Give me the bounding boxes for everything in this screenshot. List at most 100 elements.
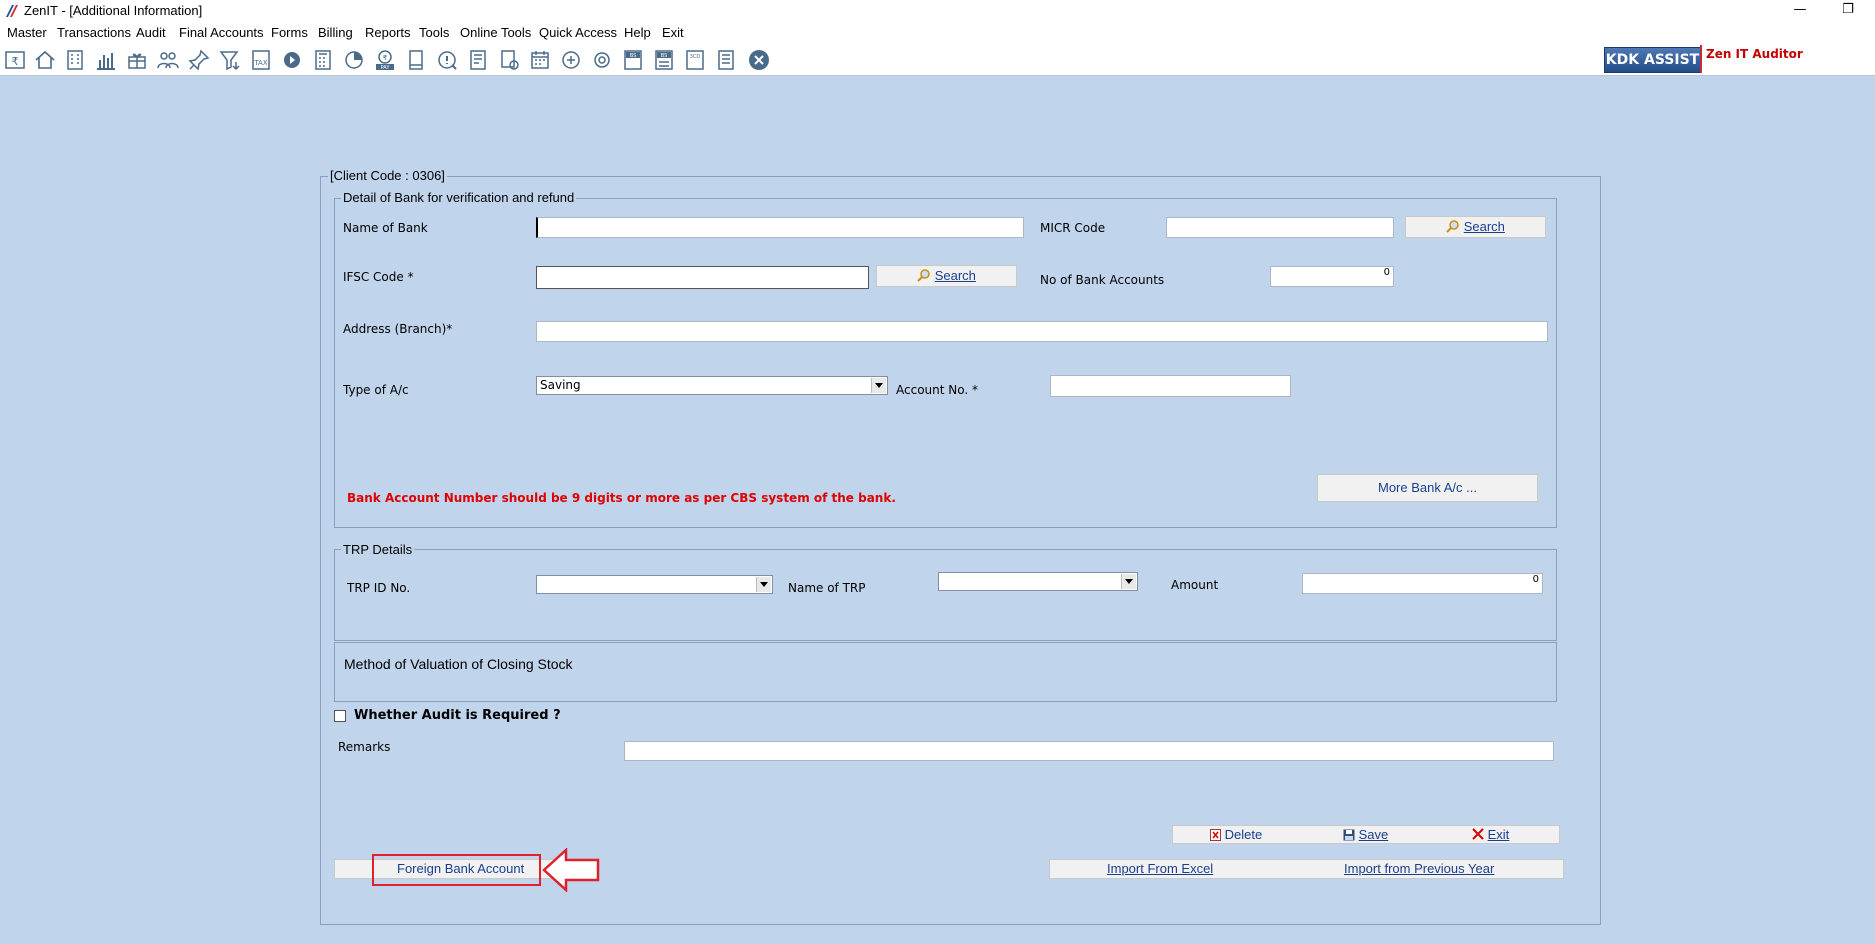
rupee-ledger-icon[interactable]: ₹ xyxy=(3,48,27,72)
search-icon xyxy=(917,269,930,282)
pin-icon[interactable] xyxy=(187,48,211,72)
ifsc-search-button[interactable]: Search xyxy=(876,265,1017,287)
micr-code-input[interactable] xyxy=(1166,217,1394,238)
menu-master[interactable]: Master xyxy=(7,25,47,40)
valuation-label[interactable]: Method of Valuation of Closing Stock xyxy=(344,656,573,672)
zenit-logo-icon xyxy=(6,5,18,17)
amount-input[interactable]: 0 xyxy=(1302,573,1543,594)
close-icon xyxy=(1472,828,1484,840)
ifsc-search-label: Search xyxy=(934,268,976,283)
exit-label: Exit xyxy=(1487,827,1510,842)
menu-tools[interactable]: Tools xyxy=(419,25,449,40)
search-icon xyxy=(1446,220,1459,233)
ifsc-input[interactable] xyxy=(536,266,869,289)
globe-icon[interactable] xyxy=(559,48,583,72)
balance-sheet-2-icon[interactable]: BS xyxy=(652,48,676,72)
save-button[interactable]: Save xyxy=(1343,826,1388,843)
client-code: [Client Code : 0306] xyxy=(328,168,447,183)
menu-online-tools[interactable]: Online Tools xyxy=(460,25,531,40)
restore-button[interactable]: ❐ xyxy=(1828,0,1868,22)
type-of-ac-value: Saving xyxy=(540,378,581,392)
delete-label: Delete xyxy=(1224,827,1263,842)
calculator-icon[interactable] xyxy=(311,48,335,72)
menu-transactions[interactable]: Transactions xyxy=(57,25,131,40)
calendar-icon[interactable] xyxy=(528,48,552,72)
chevron-down-icon xyxy=(871,378,886,393)
micr-search-button[interactable]: Search xyxy=(1405,216,1546,238)
toolbar: ₹ TAX ₹ PAY BS BS 3CD xyxy=(0,43,1875,76)
disc-icon[interactable] xyxy=(280,48,304,72)
account-no-input[interactable] xyxy=(1050,375,1291,397)
svg-text:₹: ₹ xyxy=(383,54,388,62)
form-icon[interactable] xyxy=(466,48,490,72)
micr-search-label: Search xyxy=(1463,219,1505,234)
import-bar: Import From Excel Import from Previous Y… xyxy=(1049,859,1564,879)
tax-icon[interactable]: TAX xyxy=(249,48,273,72)
book-icon[interactable] xyxy=(404,48,428,72)
sheet-icon[interactable] xyxy=(714,48,738,72)
highlight-box xyxy=(372,854,541,886)
balance-sheet-icon[interactable]: BS xyxy=(621,48,645,72)
close-circle-icon[interactable] xyxy=(747,48,771,72)
name-of-bank-input[interactable] xyxy=(536,217,1024,238)
menu-final-accounts[interactable]: Final Accounts xyxy=(179,25,264,40)
micr-code-label: MICR Code xyxy=(1040,221,1106,235)
filter-icon[interactable] xyxy=(218,48,242,72)
toolbar-separator xyxy=(1700,45,1702,73)
kdk-assist-button[interactable]: KDK ASSIST xyxy=(1604,47,1701,73)
menu-billing[interactable]: Billing xyxy=(318,25,353,40)
pie-chart-icon[interactable] xyxy=(342,48,366,72)
menu-audit[interactable]: Audit xyxy=(136,25,166,40)
trp-group-title: TRP Details xyxy=(341,542,415,557)
users-icon[interactable] xyxy=(156,48,180,72)
pay-icon[interactable]: ₹ PAY xyxy=(373,48,397,72)
save-label: Save xyxy=(1358,827,1389,842)
trp-id-select[interactable] xyxy=(536,575,773,594)
remarks-label: Remarks xyxy=(338,740,391,754)
bs2-icon-label: BS xyxy=(661,53,668,59)
person-card-icon[interactable] xyxy=(497,48,521,72)
menu-help[interactable]: Help xyxy=(624,25,651,40)
type-of-ac-label: Type of A/c xyxy=(343,383,409,397)
exit-button[interactable]: Exit xyxy=(1472,826,1509,843)
remarks-input[interactable] xyxy=(624,741,1554,761)
name-of-bank-label: Name of Bank xyxy=(343,221,428,235)
document-search-icon[interactable] xyxy=(435,48,459,72)
pay-icon-label: PAY xyxy=(381,65,391,71)
gift-icon[interactable] xyxy=(125,48,149,72)
more-bank-ac-button[interactable]: More Bank A/c ... xyxy=(1317,474,1538,502)
no-of-bank-accounts-input[interactable]: 0 xyxy=(1270,266,1394,287)
home-icon[interactable] xyxy=(33,48,57,72)
bar-chart-icon[interactable] xyxy=(94,48,118,72)
trp-details-group xyxy=(334,549,1557,641)
audit-required-checkbox[interactable] xyxy=(334,710,346,722)
ifsc-label: IFSC Code * xyxy=(343,270,414,284)
settings-icon[interactable] xyxy=(590,48,614,72)
menu-exit[interactable]: Exit xyxy=(662,25,684,40)
building-icon[interactable] xyxy=(63,48,87,72)
menu-forms[interactable]: Forms xyxy=(271,25,308,40)
arrow-left-icon xyxy=(542,848,600,892)
bank-group-title: Detail of Bank for verification and refu… xyxy=(341,190,577,205)
window-title: ZenIT - [Additional Information] xyxy=(24,3,203,18)
bs-icon-label: BS xyxy=(630,53,637,59)
delete-icon xyxy=(1210,829,1221,841)
name-of-trp-label: Name of TRP xyxy=(788,581,866,595)
type-of-ac-select[interactable]: Saving xyxy=(536,376,888,395)
save-icon xyxy=(1343,829,1355,841)
delete-button[interactable]: Delete xyxy=(1210,826,1262,843)
import-from-excel-button[interactable]: Import From Excel xyxy=(1107,860,1213,878)
no-of-bank-accounts-label: No of Bank Accounts xyxy=(1040,273,1165,287)
name-of-trp-select[interactable] xyxy=(938,572,1138,591)
product-name: Zen IT Auditor xyxy=(1706,47,1803,61)
audit-required-label: Whether Audit is Required ? xyxy=(354,708,561,723)
address-label: Address (Branch)* xyxy=(343,322,453,336)
trp-id-label: TRP ID No. xyxy=(347,581,411,595)
3cd-icon[interactable]: 3CD xyxy=(683,48,707,72)
import-previous-year-button[interactable]: Import from Previous Year xyxy=(1344,860,1494,878)
menu-quick-access[interactable]: Quick Access xyxy=(539,25,617,40)
address-input[interactable] xyxy=(536,321,1548,342)
menu-reports[interactable]: Reports xyxy=(365,25,411,40)
minimize-button[interactable]: — xyxy=(1780,0,1820,22)
3cd-icon-label: 3CD xyxy=(690,54,701,60)
